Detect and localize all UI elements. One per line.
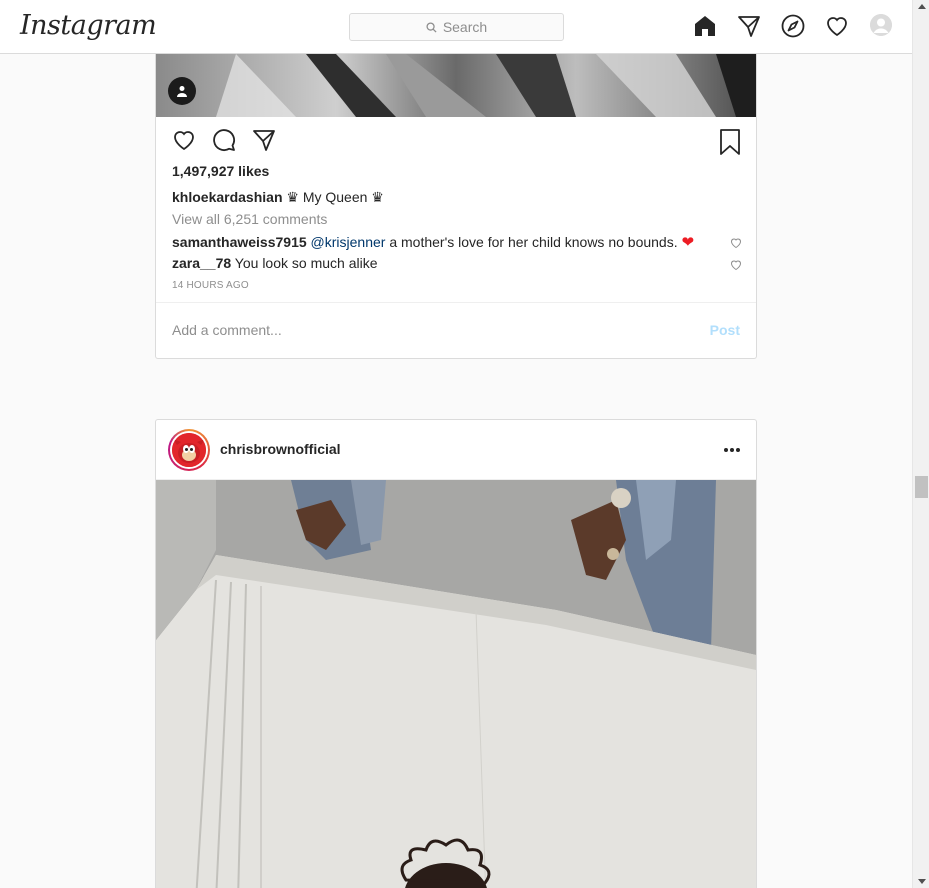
- comment-item: zara__78 You look so much alike: [172, 255, 742, 271]
- page-scrollbar[interactable]: [912, 0, 929, 888]
- comment-text: You look so much alike: [231, 255, 378, 271]
- caption-text: ♛ My Queen ♛: [282, 189, 384, 205]
- scroll-up-arrow[interactable]: [918, 4, 926, 9]
- nav-icons: [693, 14, 892, 38]
- scroll-down-arrow[interactable]: [918, 879, 926, 884]
- post-card-2: chrisbrownofficial: [155, 419, 757, 888]
- post-card-1: 1,497,927 likes khloekardashian ♛ My Que…: [155, 54, 757, 359]
- comment-emoji: ❤: [681, 234, 695, 251]
- comment-mention[interactable]: @krisjenner: [311, 234, 386, 250]
- more-options-icon[interactable]: [724, 448, 740, 452]
- direct-icon[interactable]: [737, 14, 761, 38]
- user-tag-icon: [177, 86, 187, 97]
- comment-username[interactable]: samanthaweiss7915: [172, 234, 307, 250]
- search-icon: [426, 21, 437, 33]
- comment-like-icon[interactable]: [730, 236, 742, 252]
- search-box[interactable]: Search: [349, 13, 564, 41]
- post-photo-1[interactable]: [156, 54, 756, 117]
- share-icon[interactable]: [252, 128, 276, 152]
- post-timestamp[interactable]: 14 HOURS AGO: [172, 280, 249, 291]
- post-comment-button[interactable]: Post: [710, 322, 740, 338]
- comment-item: samanthaweiss7915 @krisjenner a mother's…: [172, 233, 742, 251]
- comment-text: a mother's love for her child knows no b…: [385, 234, 682, 250]
- add-comment-input[interactable]: Add a comment...: [172, 322, 282, 338]
- search-placeholder: Search: [442, 19, 488, 35]
- post-header: chrisbrownofficial: [156, 420, 756, 480]
- post-photo-2[interactable]: [156, 480, 756, 888]
- story-ring[interactable]: [168, 429, 210, 471]
- comment-username[interactable]: zara__78: [172, 255, 231, 271]
- profile-icon[interactable]: [870, 14, 892, 36]
- view-all-comments-link[interactable]: View all 6,251 comments: [172, 211, 327, 227]
- caption-username[interactable]: khloekardashian: [172, 189, 283, 205]
- comment-like-icon[interactable]: [730, 258, 742, 274]
- avatar: [172, 433, 206, 467]
- post-caption: khloekardashian ♛ My Queen ♛: [172, 189, 384, 206]
- comment-icon[interactable]: [212, 128, 236, 152]
- bookmark-icon[interactable]: [718, 129, 742, 160]
- top-nav-bar: Instagram Search: [0, 0, 912, 54]
- add-comment-section: Add a comment... Post: [156, 302, 756, 358]
- instagram-logo[interactable]: Instagram: [20, 10, 157, 41]
- home-icon[interactable]: [693, 14, 717, 38]
- tagged-users-button[interactable]: [168, 77, 196, 105]
- like-icon[interactable]: [172, 128, 196, 152]
- explore-icon[interactable]: [781, 14, 805, 38]
- activity-icon[interactable]: [825, 14, 849, 38]
- post-actions: [172, 128, 292, 152]
- post-username[interactable]: chrisbrownofficial: [220, 441, 341, 457]
- likes-count[interactable]: 1,497,927 likes: [172, 163, 269, 179]
- scroll-thumb[interactable]: [915, 476, 928, 498]
